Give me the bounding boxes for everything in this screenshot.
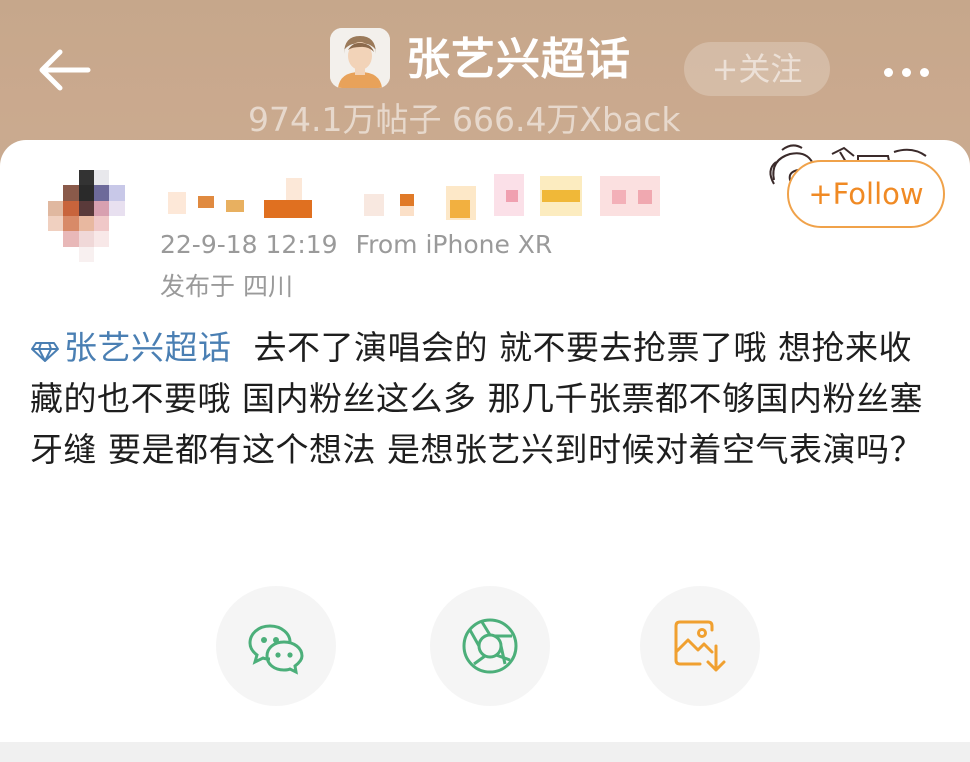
more-dot-icon	[884, 68, 893, 77]
bottom-divider	[0, 742, 970, 762]
post-meta: 22-9-18 12:19 From iPhone XR	[160, 226, 552, 264]
author-name-pixelated[interactable]	[168, 172, 668, 222]
moments-icon	[462, 618, 518, 674]
diamond-topic-icon	[31, 342, 59, 362]
post-body: 张艺兴超话 去不了演唱会的 就不要去抢票了哦 想抢来收藏的也不要哦 国内粉丝这么…	[30, 322, 945, 475]
follow-author-button[interactable]: +Follow	[787, 160, 945, 228]
save-image-icon	[674, 620, 726, 672]
post-location: 发布于 四川	[160, 272, 293, 301]
topic-link[interactable]: 张艺兴超话	[30, 328, 232, 367]
share-moments-button[interactable]	[430, 586, 550, 706]
person-avatar-icon	[330, 28, 390, 88]
topic-follow-button[interactable]: +关注	[684, 42, 830, 96]
more-options-button[interactable]	[884, 62, 944, 82]
save-image-button[interactable]	[640, 586, 760, 706]
post-source: From iPhone XR	[355, 230, 553, 259]
share-wechat-button[interactable]	[216, 586, 336, 706]
back-button[interactable]	[30, 42, 100, 98]
more-dot-icon	[902, 68, 911, 77]
back-arrow-icon	[39, 49, 91, 91]
user-avatar-pixelated[interactable]	[48, 170, 140, 262]
topic-title: 张艺兴超话	[406, 34, 631, 85]
topic-avatar[interactable]	[330, 28, 390, 88]
post-timestamp: 22-9-18 12:19	[160, 230, 338, 259]
more-dot-icon	[920, 68, 929, 77]
wechat-icon	[248, 624, 304, 675]
topic-link-label: 张艺兴超话	[64, 328, 232, 367]
topic-stats: 974.1万帖子 666.4万Xback	[248, 100, 681, 139]
